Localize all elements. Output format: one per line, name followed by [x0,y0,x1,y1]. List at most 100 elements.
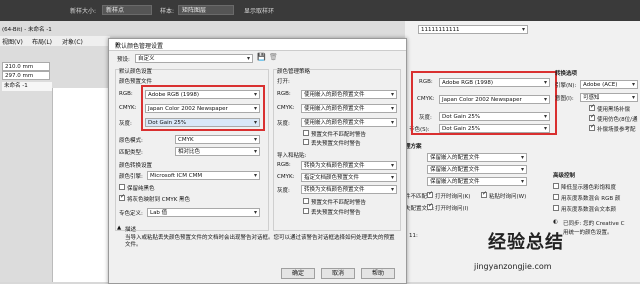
map-gray-checkbox[interactable] [119,193,125,201]
adv2-label: 用灰度系数混合 RGB 颜 [561,196,621,202]
dialog-highlight-box [141,85,265,131]
preset-select[interactable]: 自定义 [135,54,253,63]
policy-rgb[interactable]: 保留嵌入的配置文件 [427,153,527,162]
height-field[interactable]: 297.0 mm [2,71,50,80]
mode-label: 原色模式: [119,138,143,144]
open-label: 打开: [277,79,290,85]
intent-select[interactable]: 可感知 [580,93,638,102]
watermark-title: 经验总结 [488,232,564,253]
menu-bar: 视图(V) 布局(L) 对象(C) [0,36,110,46]
open-gray-label: 灰度: [277,121,290,127]
menu-layout[interactable]: 布局(L) [32,37,52,46]
window-title: (64-Bit) - 未命名 -1 [2,27,52,33]
group2-title: 颜色转换设置 [119,163,153,169]
import-gray-select[interactable]: 转换为文档颜色预置文件 [301,185,397,194]
description-title: 描述 [125,227,137,233]
policy-cmyk[interactable]: 保留嵌入的配置文件 [427,165,527,174]
import-label: 导入和粘贴: [277,153,307,159]
intent-label: 意图(I): [555,96,574,102]
close-icon[interactable]: ✕ [115,41,401,48]
import-cmyk-select[interactable]: 指定文档颜色预置文件 [301,173,397,182]
spot-select[interactable]: Lab 值 [147,208,260,217]
paste-ask-checkbox[interactable] [481,190,487,198]
group1-sub: 颜色预置文件 [119,79,153,85]
match-label: 匹配类型: [119,150,143,156]
match-select[interactable]: 相对比色 [175,147,260,156]
warn1-checkbox[interactable] [303,130,309,136]
warn3-checkbox[interactable] [303,198,309,204]
opt3-checkbox[interactable] [589,123,595,131]
open-rgb-label: RGB: [277,91,291,97]
warn2-label: 丢失预置文件时警告 [311,141,361,147]
paste-ask-label: 粘贴时询问(W) [489,194,527,200]
sync-icon: ◐ [553,219,558,225]
open-gray-select[interactable]: 使用嵌入的颜色预置文件 [301,118,397,127]
keep-black-label: 保留纯黑色 [127,186,155,192]
open-cmyk-label: CMYK: [277,105,295,111]
rp-highlight-box [411,71,557,135]
chevron-up-icon[interactable]: ▲ [117,225,121,231]
keep-black-checkbox[interactable] [119,184,125,190]
sample-select[interactable]: 矩阵图层 [178,5,234,15]
preset-label: 预设: [117,57,130,63]
save-icon[interactable]: 💾 [257,53,266,61]
menu-view[interactable]: 视图(V) [2,37,23,46]
import-rgb-label: RGB: [277,162,291,168]
gray-label: 灰度: [119,121,132,127]
group1-title: 默认颜色设置 [119,67,153,75]
opt1-checkbox[interactable] [589,103,595,111]
color-management-dialog: 默认颜色管理设置 ✕ 预设: 自定义 💾 🗑 默认颜色设置 颜色预置文件 RGB… [108,38,407,284]
help-button[interactable]: 帮助 [361,268,395,279]
cmyk-label: CMYK: [119,105,137,111]
import-rgb-select[interactable]: 转换为文档颜色预置文件 [301,161,397,170]
engine-label: 引擎(N): [555,83,577,89]
adv3-label: 用灰度系数混合文本颜 [561,207,617,213]
sample-label: 样本: [160,8,175,15]
canvas[interactable] [52,88,113,282]
import-cmyk-label: CMYK: [277,174,295,180]
open-ask2-label: 打开时询问(I) [435,206,469,212]
opt2-label: 使用仿色(8位/通 [597,117,638,123]
spot-label: 专色定义: [119,211,143,217]
text-size-label: 新样大小: [70,8,97,15]
policy-group-title: 颜色管理策略 [277,67,311,75]
warn1-label: 预置文件不匹配时警告 [311,132,367,138]
open-ask2-checkbox[interactable] [427,202,433,210]
engine-label-dlg: 颜色引擎: [119,174,143,180]
text-size-select[interactable]: 新样点 [102,5,152,15]
show-ring-checkbox[interactable]: 显示取样环 [244,6,274,15]
adv1-label: 降低显示器色彩饱和度 [561,185,617,191]
open-ask-checkbox[interactable] [427,190,433,198]
cancel-button[interactable]: 取消 [321,268,355,279]
rp-number: 11: [409,233,418,239]
adv2-checkbox[interactable] [553,194,559,200]
menu-object[interactable]: 对象(C) [62,37,83,46]
open-cmyk-select[interactable]: 使用嵌入的颜色预置文件 [301,104,397,113]
warn4-checkbox[interactable] [303,208,309,214]
conv-title: 转换选项 [555,71,578,77]
mode-select[interactable]: CMYK [175,135,260,144]
adv1-checkbox[interactable] [553,183,559,189]
warn2-checkbox[interactable] [303,139,309,145]
document-tab[interactable]: 未命名 -1 [2,82,52,91]
dialog-titlebar: 默认颜色管理设置 ✕ [109,39,406,51]
opt2-checkbox[interactable] [589,113,595,121]
warn3-label: 预置文件不匹配时警告 [311,200,367,206]
import-gray-label: 灰度: [277,188,290,194]
sync-text-2: 用统一的颜色设置。 [563,230,613,236]
engine-select[interactable]: Adobe (ACE) [580,80,638,89]
adv3-checkbox[interactable] [553,205,559,211]
width-field[interactable]: 210.0 mm [2,62,50,71]
open-ask-label: 打开时询问(K) [435,194,471,200]
policy-gray[interactable]: 保留嵌入的配置文件 [427,177,527,186]
opt1-label: 使用黑场补偿 [597,107,631,113]
warn4-label: 丢失预置文件时警告 [311,210,361,216]
map-gray-label: 将灰色映射到 CMYK 黑色 [127,197,191,203]
description-text: 当导入或粘贴丢失颜色预置文件的文档时会出现警告对话框。您可以通过该警告对话框选择… [125,235,395,248]
settings-dropdown[interactable]: 11111111111 [418,25,528,34]
ok-button[interactable]: 确定 [281,268,315,279]
engine-select-dlg[interactable]: Microsoft ICM CMM [147,171,260,180]
adv-title: 高级控制 [553,173,576,179]
open-rgb-select[interactable]: 使用嵌入的颜色预置文件 [301,90,397,99]
delete-icon[interactable]: 🗑 [269,53,278,61]
